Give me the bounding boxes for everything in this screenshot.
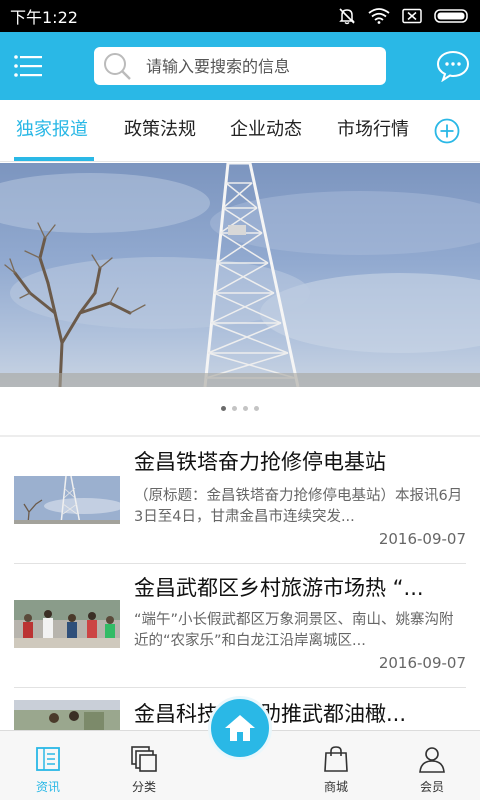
hamburger-menu-icon <box>14 55 42 77</box>
news-date: 2016-09-07 <box>378 654 466 672</box>
status-icons <box>338 7 470 25</box>
pagination-dot[interactable] <box>232 406 237 411</box>
nav-label: 资讯 <box>35 780 60 794</box>
news-thumbnail[interactable] <box>14 700 120 730</box>
search-box[interactable] <box>94 47 386 85</box>
tab-exclusive-reports[interactable]: 独家报道 <box>16 100 88 162</box>
tab-company-news[interactable]: 企业动态 <box>230 100 302 162</box>
news-date: 2016-09-07 <box>378 530 466 548</box>
category-icon <box>131 746 157 772</box>
status-bar: 下午1:22 <box>0 0 480 32</box>
pagination-dot[interactable] <box>221 406 226 411</box>
nav-news[interactable]: 资讯 <box>8 731 88 800</box>
nav-shop[interactable]: 商城 <box>296 731 376 800</box>
nav-label: 分类 <box>131 780 156 794</box>
status-time: 下午1:22 <box>10 8 78 27</box>
pagination-dot[interactable] <box>254 406 259 411</box>
nav-category[interactable]: 分类 <box>104 731 184 800</box>
nav-label: 商城 <box>323 780 348 794</box>
member-icon <box>419 747 445 773</box>
news-title[interactable]: 金昌武都区乡村旅游市场热 “... <box>134 572 464 602</box>
tab-market-trends[interactable]: 市场行情 <box>337 100 409 162</box>
pagination-dot[interactable] <box>243 406 248 411</box>
no-sim-icon <box>402 8 422 24</box>
banner-image-tower[interactable] <box>0 163 480 387</box>
add-tab-plus-icon[interactable] <box>434 118 460 144</box>
menu-button[interactable] <box>0 32 56 100</box>
news-title[interactable]: 金昌科技创新助推武都油橄... <box>134 698 464 728</box>
news-icon <box>36 747 60 771</box>
home-icon <box>225 715 255 741</box>
search-input[interactable] <box>146 49 386 83</box>
category-tabs: 独家报道 政策法规 企业动态 市场行情 <box>0 100 480 162</box>
message-bubble-icon[interactable] <box>436 50 470 82</box>
active-tab-indicator <box>14 157 94 161</box>
banner-pagination <box>0 406 480 416</box>
search-icon <box>104 53 131 80</box>
shop-bag-icon <box>324 746 348 772</box>
divider <box>0 435 480 437</box>
home-button[interactable] <box>208 696 272 760</box>
news-summary: “端午”小长假武都区万象洞景区、南山、姚寨沟附近的“农家乐”和白龙江沿岸离城区.… <box>134 612 454 649</box>
news-summary: （原标题：金昌铁塔奋力抢修停电基站）本报讯6月3日至4日，甘肃金昌市连续突发..… <box>134 488 463 525</box>
news-item[interactable]: 金昌武都区乡村旅游市场热 “... “端午”小长假武都区万象洞景区、南山、姚寨沟… <box>0 564 480 686</box>
news-title[interactable]: 金昌铁塔奋力抢修停电基站 <box>134 446 464 476</box>
app-header <box>0 32 480 100</box>
news-thumbnail[interactable] <box>14 476 120 524</box>
nav-member[interactable]: 会员 <box>392 731 472 800</box>
news-thumbnail[interactable] <box>14 600 120 648</box>
wifi-icon <box>368 8 390 24</box>
battery-icon <box>434 9 468 23</box>
tab-policies-regulations[interactable]: 政策法规 <box>124 100 196 162</box>
news-item[interactable]: 金昌铁塔奋力抢修停电基站 （原标题：金昌铁塔奋力抢修停电基站）本报讯6月3日至4… <box>0 440 480 562</box>
mute-icon <box>339 8 355 25</box>
nav-label: 会员 <box>419 780 444 794</box>
